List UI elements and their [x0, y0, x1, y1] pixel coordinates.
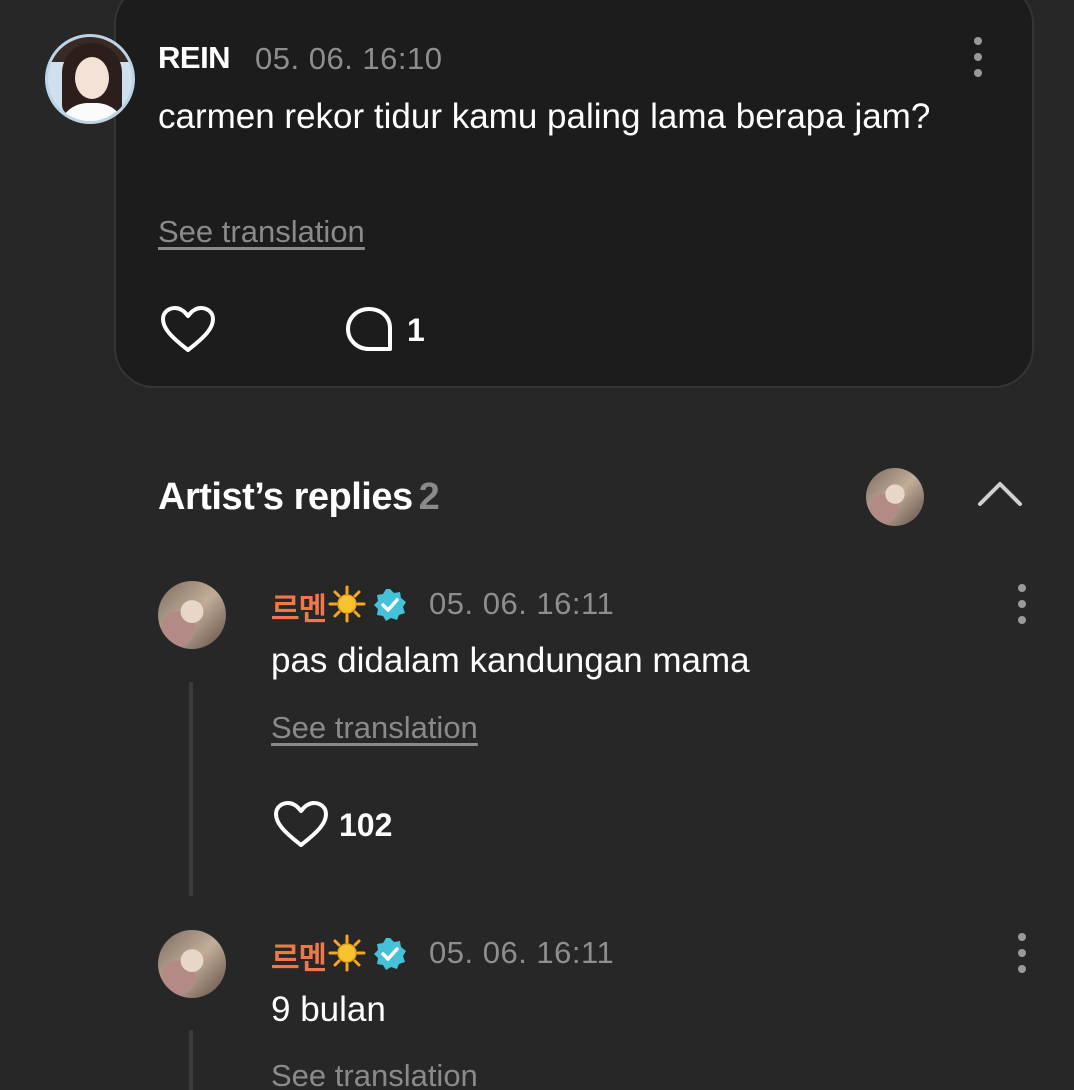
verified-badge-icon — [374, 938, 406, 970]
author-avatar[interactable] — [45, 34, 135, 124]
see-translation-link[interactable]: See translation — [271, 710, 478, 746]
comment-author-name[interactable]: REIN — [158, 40, 231, 76]
reply-author-name[interactable]: 르멘 — [271, 584, 327, 629]
see-translation-link[interactable]: See translation — [271, 1058, 478, 1090]
more-vertical-icon[interactable] — [972, 37, 984, 77]
reply-author-name[interactable]: 르멘 — [271, 933, 327, 978]
chevron-up-icon[interactable] — [976, 474, 1024, 510]
see-translation-link[interactable]: See translation — [158, 214, 365, 250]
heart-icon[interactable] — [160, 306, 216, 354]
thread-line — [189, 682, 193, 896]
reply-avatar[interactable] — [158, 581, 226, 649]
more-vertical-icon[interactable] — [1016, 584, 1028, 624]
thread-line — [189, 1030, 193, 1090]
comment-body: carmen rekor tidur kamu paling lama bera… — [158, 97, 931, 136]
reply-timestamp: 05. 06. 16:11 — [429, 935, 615, 970]
comment-timestamp: 05. 06. 16:10 — [255, 41, 443, 76]
reply-body: 9 bulan — [271, 990, 386, 1029]
artist-replies-count: 2 — [418, 476, 440, 518]
sun-emoji-icon — [328, 934, 366, 972]
verified-badge-icon — [374, 589, 406, 621]
reply-timestamp: 05. 06. 16:11 — [429, 586, 615, 621]
heart-icon[interactable] — [273, 801, 329, 849]
artist-avatar-small — [866, 468, 924, 526]
artist-replies-title: Artist’s replies — [158, 476, 413, 518]
comment-thread-page: REIN 05. 06. 16:10 carmen rekor tidur ka… — [0, 0, 1074, 1090]
reply-avatar[interactable] — [158, 930, 226, 998]
artist-replies-header: Artist’s replies 2 — [158, 476, 440, 519]
comment-card — [114, 0, 1034, 388]
reply-body: pas didalam kandungan mama — [271, 641, 750, 680]
more-vertical-icon[interactable] — [1016, 933, 1028, 973]
like-count: 102 — [339, 807, 393, 843]
sun-emoji-icon — [328, 585, 366, 623]
reply-count: 1 — [407, 312, 425, 348]
chat-bubble-icon[interactable] — [344, 306, 394, 352]
